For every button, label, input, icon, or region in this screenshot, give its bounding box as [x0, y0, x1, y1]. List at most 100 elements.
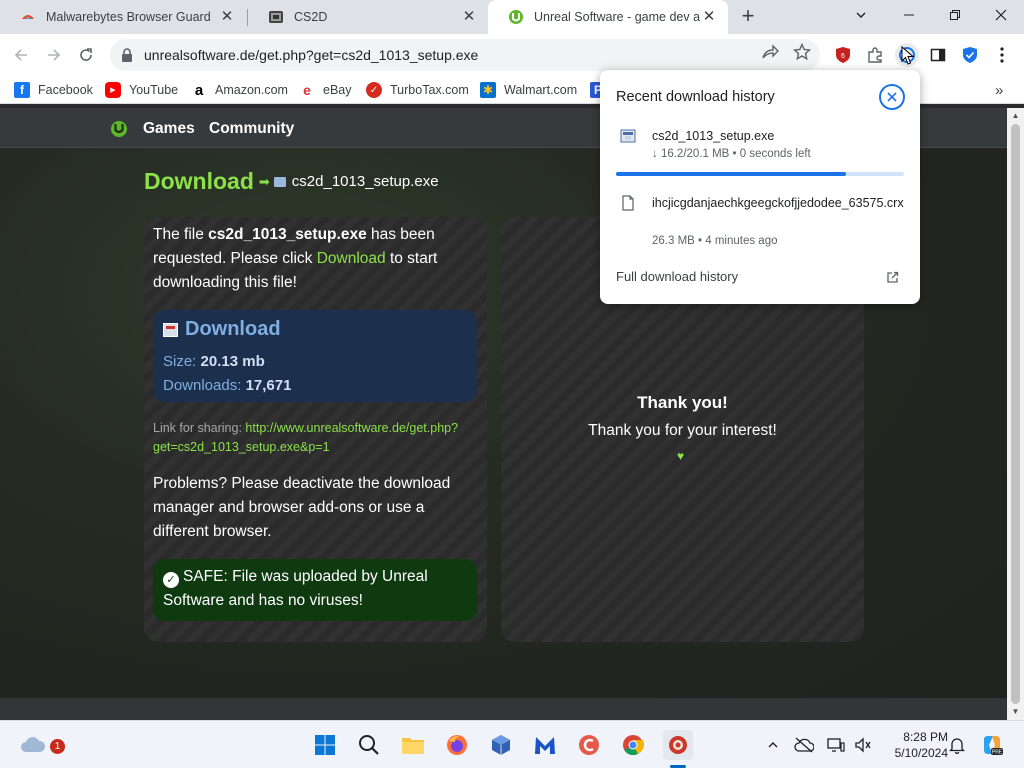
tab-unreal-software[interactable]: Unreal Software - game dev and ✕ [488, 0, 728, 34]
cs2d-taskbar-button[interactable] [663, 730, 693, 760]
kebab-menu-icon [1000, 47, 1004, 63]
start-button[interactable] [311, 731, 339, 759]
popup-close-button[interactable] [879, 84, 905, 110]
extensions-button[interactable] [864, 44, 886, 66]
star-icon [793, 43, 811, 61]
installer-file-icon [620, 129, 636, 143]
unreal-software-logo-icon[interactable] [110, 120, 128, 138]
cloud-off-icon [794, 737, 814, 753]
firefox-icon [447, 735, 467, 755]
new-tab-button[interactable]: + [737, 5, 759, 29]
firefox-button[interactable] [443, 731, 471, 759]
tab-title: Unreal Software - game dev and [534, 10, 700, 24]
shield-check-icon [963, 47, 977, 63]
open-external-icon[interactable] [886, 271, 899, 284]
download-button-label[interactable]: Download [185, 318, 281, 341]
weather-widget[interactable]: 1 [18, 731, 65, 759]
youtube-icon: ▶ [105, 82, 121, 98]
ccleaner-icon [579, 735, 599, 755]
mouse-cursor-icon [901, 46, 915, 65]
tab-close-icon[interactable]: ✕ [460, 8, 478, 26]
tab-malwarebytes[interactable]: Malwarebytes Browser Guard ✕ [0, 0, 246, 34]
lock-icon[interactable] [120, 48, 134, 62]
intro-download-link[interactable]: Download [317, 250, 386, 267]
arrow-right-icon [48, 49, 61, 61]
show-hidden-icons-button[interactable] [763, 735, 783, 755]
scroll-up-arrow-icon[interactable]: ▲ [1011, 111, 1020, 121]
reload-button[interactable] [73, 42, 99, 68]
bookmark-turbotax[interactable]: ✓ TurboTax.com [366, 80, 469, 100]
cloud-sync-tray-button[interactable] [794, 735, 814, 755]
full-download-history-link[interactable]: Full download history [616, 269, 738, 284]
cs2d-favicon-icon [268, 9, 284, 25]
page-scrollbar[interactable]: ▲ ▼ [1007, 108, 1024, 720]
bookmark-star-button[interactable] [792, 42, 812, 62]
turbotax-icon: ✓ [366, 82, 382, 98]
bookmark-youtube[interactable]: ▶ YouTube [105, 80, 178, 100]
share-icon [762, 44, 779, 59]
search-button[interactable] [355, 731, 383, 759]
notifications-button[interactable] [947, 735, 967, 755]
copilot-icon: PRE [984, 736, 1003, 756]
bookmark-label: YouTube [129, 83, 179, 97]
download-history-popup: Recent download history cs2d_1013_setup.… [600, 70, 920, 304]
nav-games-link[interactable]: Games [143, 120, 195, 138]
download-button[interactable]: Download [163, 318, 281, 341]
bookmarks-overflow-button[interactable]: » [995, 80, 1003, 100]
address-bar[interactable]: unrealsoftware.de/get.php?get=cs2d_1013_… [110, 39, 820, 71]
download-filename[interactable]: cs2d_1013_setup.exe [652, 126, 908, 146]
puzzle-icon [868, 47, 882, 63]
tab-cs2d[interactable]: CS2D ✕ [248, 0, 488, 34]
file-explorer-button[interactable] [399, 731, 427, 759]
download-progress-fill [616, 172, 847, 176]
share-button[interactable] [760, 42, 780, 62]
tab-close-icon[interactable]: ✕ [218, 8, 236, 26]
network-icon [827, 738, 845, 752]
bookmark-label: Walmart.com [504, 83, 578, 97]
password-manager-extension-button[interactable] [959, 44, 981, 66]
minimize-icon [904, 14, 914, 16]
chrome-menu-button[interactable] [991, 44, 1013, 66]
virtualbox-button[interactable] [487, 731, 515, 759]
scroll-down-arrow-icon[interactable]: ▼ [1011, 707, 1020, 717]
download-box[interactable]: Download Size: 20.13 mb Downloads: 17,67… [153, 310, 477, 402]
volume-tray-button[interactable] [853, 735, 873, 755]
url-text[interactable]: unrealsoftware.de/get.php?get=cs2d_1013_… [144, 47, 478, 63]
virtualbox-icon [492, 735, 510, 755]
download-item-cs2d[interactable]: cs2d_1013_setup.exe ↓ 16.2/20.1 MB • 0 s… [616, 126, 912, 176]
ccleaner-button[interactable] [575, 731, 603, 759]
tab-close-icon[interactable]: ✕ [700, 8, 718, 26]
tab-strip: Malwarebytes Browser Guard ✕ CS2D ✕ Unre… [0, 0, 1024, 34]
network-tray-button[interactable] [826, 735, 846, 755]
tab-search-button[interactable] [838, 0, 884, 30]
malwarebytes-button[interactable] [531, 731, 559, 759]
copilot-button[interactable]: PRE [980, 733, 1004, 757]
side-panel-button[interactable] [927, 44, 949, 66]
download-filename[interactable]: ihcjicgdanjaechkgeegckofjjedodee_63575.c… [652, 193, 908, 213]
back-button[interactable] [8, 42, 34, 68]
windows-taskbar: 1 8:28 PM 5/10/2024 PRE [0, 720, 1024, 768]
ublock-extension-button[interactable]: 6 [832, 44, 854, 66]
close-window-button[interactable] [978, 0, 1024, 30]
system-clock[interactable]: 8:28 PM 5/10/2024 [878, 729, 948, 761]
clock-date: 5/10/2024 [894, 746, 948, 760]
forward-button[interactable] [41, 42, 67, 68]
ebay-icon: e [303, 82, 311, 98]
chrome-button[interactable] [619, 731, 647, 759]
size-label: Size: [163, 353, 197, 370]
cloud-icon [21, 737, 46, 752]
minimize-button[interactable] [886, 0, 932, 30]
bookmark-amazon[interactable]: a Amazon.com [191, 80, 288, 100]
scrollbar-thumb[interactable] [1011, 124, 1020, 704]
download-count: Downloads: 17,671 [163, 377, 291, 394]
download-item-crx[interactable]: ihcjicgdanjaechkgeegckofjjedodee_63575.c… [616, 193, 912, 253]
nav-community-link[interactable]: Community [209, 120, 294, 138]
chrome-icon [623, 735, 644, 756]
bookmark-label: eBay [323, 83, 352, 97]
restore-button[interactable] [932, 0, 978, 30]
unreal-software-favicon-icon [508, 9, 524, 25]
bookmark-facebook[interactable]: f Facebook [14, 80, 93, 100]
bookmark-ebay[interactable]: e eBay [299, 80, 352, 100]
bookmark-walmart[interactable]: ✱ Walmart.com [480, 80, 577, 100]
shield-icon: 6 [836, 47, 850, 63]
